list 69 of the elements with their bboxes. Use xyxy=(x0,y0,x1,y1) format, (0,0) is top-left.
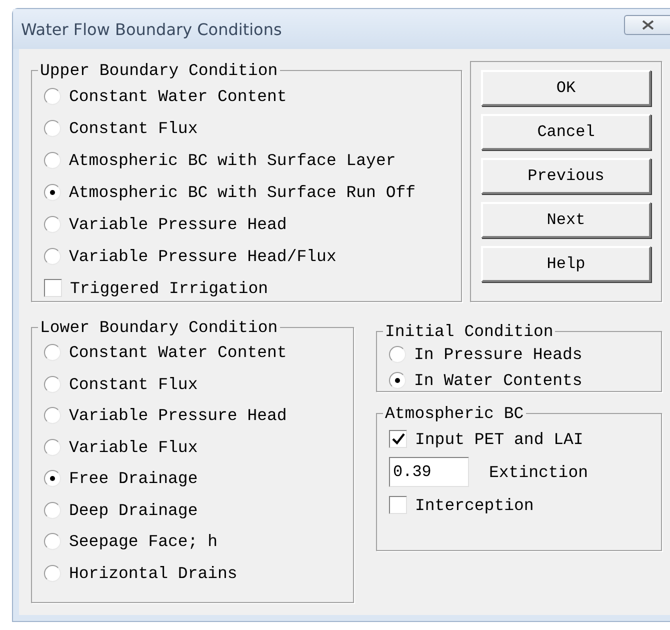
window-title: Water Flow Boundary Conditions xyxy=(21,20,282,38)
close-button[interactable] xyxy=(624,15,670,35)
radio-button[interactable] xyxy=(44,344,61,362)
radio-button[interactable] xyxy=(44,152,61,168)
option-label: In Pressure Heads xyxy=(414,344,582,364)
radio-option[interactable]: Variable Pressure Head xyxy=(44,208,453,240)
option-label: Constant Flux xyxy=(69,374,198,394)
checkbox[interactable] xyxy=(44,279,62,297)
checkbox-label: Input PET and LAI xyxy=(415,430,584,448)
option-label: Horizontal Drains xyxy=(69,564,238,583)
option-label: Constant Water Content xyxy=(69,86,287,106)
radio-option[interactable]: Constant Flux xyxy=(44,368,345,400)
radio-option[interactable]: In Water Contents xyxy=(389,367,653,393)
radio-button[interactable] xyxy=(44,438,61,456)
check-icon xyxy=(392,433,404,445)
radio-button[interactable] xyxy=(44,470,61,488)
dialog-button[interactable]: Next xyxy=(481,202,651,238)
radio-button[interactable] xyxy=(44,376,61,393)
group-title: Atmospheric BC xyxy=(384,404,525,423)
group-title: Upper Boundary Condition xyxy=(39,61,279,80)
radio-button[interactable] xyxy=(389,372,406,388)
dialog-button[interactable]: OK xyxy=(481,70,651,106)
dialog-button[interactable]: Help xyxy=(481,246,651,282)
radio-button[interactable] xyxy=(44,88,61,104)
radio-option[interactable]: Variable Flux xyxy=(44,432,345,463)
radio-option[interactable]: Constant Water Content xyxy=(44,80,453,112)
radio-button[interactable] xyxy=(389,346,406,362)
option-label: Deep Drainage xyxy=(69,500,198,520)
radio-option[interactable]: Horizontal Drains xyxy=(44,558,345,589)
option-label: Seepage Face; h xyxy=(69,532,218,552)
radio-option[interactable]: Deep Drainage xyxy=(44,494,345,526)
radio-option[interactable]: In Pressure Heads xyxy=(389,341,653,367)
option-label: Constant Flux xyxy=(69,118,198,138)
radio-button[interactable] xyxy=(44,184,61,200)
extinction-field[interactable]: 0.39 xyxy=(389,457,469,487)
radio-option[interactable]: Variable Pressure Head xyxy=(44,400,345,432)
radio-button[interactable] xyxy=(44,502,61,519)
checkbox[interactable] xyxy=(389,430,407,448)
checkbox[interactable] xyxy=(389,496,407,514)
option-label: Variable Flux xyxy=(69,438,198,457)
option-label: Atmospheric BC with Surface Run Off xyxy=(69,182,416,202)
radio-option[interactable]: Atmospheric BC with Surface Layer xyxy=(44,144,453,176)
option-label: Variable Pressure Head xyxy=(69,214,287,234)
option-label: Constant Water Content xyxy=(69,343,287,362)
radio-option[interactable]: Atmospheric BC with Surface Run Off xyxy=(44,176,453,208)
option-label: In Water Contents xyxy=(414,370,582,390)
radio-button[interactable] xyxy=(44,248,61,264)
field-label: Extinction xyxy=(489,462,588,482)
radio-option[interactable]: Seepage Face; h xyxy=(44,526,345,558)
radio-button[interactable] xyxy=(44,407,61,424)
dialog-button[interactable]: Cancel xyxy=(481,114,651,150)
radio-option[interactable]: Constant Water Content xyxy=(44,337,345,368)
radio-option[interactable]: Constant Flux xyxy=(44,112,453,144)
option-label: Variable Pressure Head xyxy=(69,406,287,426)
dialog-button[interactable]: Previous xyxy=(481,158,651,194)
radio-option[interactable]: Free Drainage xyxy=(44,463,345,494)
close-icon xyxy=(642,20,654,30)
option-label: Atmospheric BC with Surface Layer xyxy=(69,150,396,170)
radio-option[interactable]: Variable Pressure Head/Flux xyxy=(44,240,453,272)
checkbox-label: Interception xyxy=(415,496,534,514)
option-label: Variable Pressure Head/Flux xyxy=(69,246,336,266)
group-title: Lower Boundary Condition xyxy=(39,318,279,337)
radio-button[interactable] xyxy=(44,120,61,136)
option-label: Free Drainage xyxy=(69,469,198,488)
checkbox-label: Triggered Irrigation xyxy=(70,278,268,298)
radio-button[interactable] xyxy=(44,533,61,550)
group-title: Initial Condition xyxy=(384,322,554,341)
radio-button[interactable] xyxy=(44,216,61,232)
radio-button[interactable] xyxy=(44,564,61,582)
